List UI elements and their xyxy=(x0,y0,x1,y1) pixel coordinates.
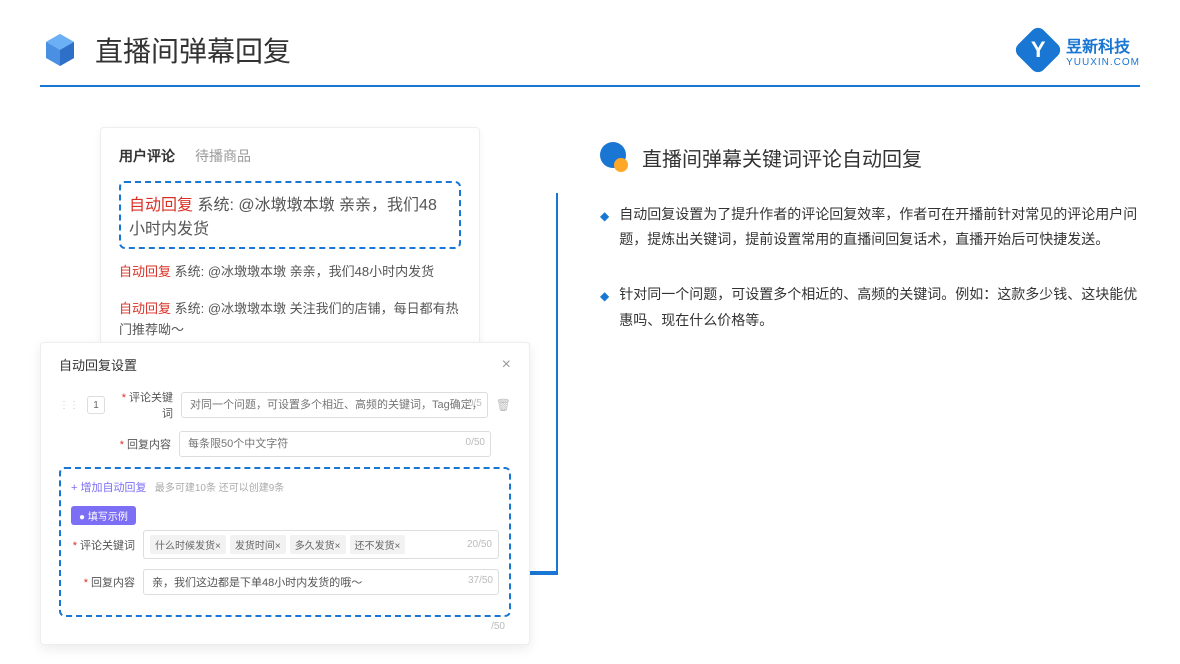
diamond-icon: ◆ xyxy=(600,206,609,252)
bullet-item: ◆ 自动回复设置为了提升作者的评论回复效率，作者可在开播前针对常见的评论用户问题… xyxy=(600,202,1140,252)
char-count: 0/5 xyxy=(468,398,482,409)
comment-text: 系统: @冰墩墩本墩 亲亲，我们48小时内发货 xyxy=(175,264,435,279)
brand-logo: Y 昱新科技 YUUXIN.COM xyxy=(1020,32,1140,68)
keyword-input[interactable]: 0/5 xyxy=(181,392,488,418)
tag-input[interactable]: 什么时候发货× 发货时间× 多久发货× 还不发货× 20/50 xyxy=(143,530,499,559)
brand-name: 昱新科技 xyxy=(1066,33,1140,57)
add-hint: 最多可建10条 还可以创建9条 xyxy=(155,483,284,494)
auto-reply-tag: 自动回复 xyxy=(119,264,171,279)
tab-pending-products[interactable]: 待播商品 xyxy=(195,146,251,166)
example-badge: ● 填写示例 xyxy=(71,506,136,525)
example-content-row: *回复内容 37/50 xyxy=(71,569,499,595)
tag[interactable]: 还不发货× xyxy=(350,535,406,554)
row-number: 1 xyxy=(87,396,105,414)
form-row-content: *回复内容 0/50 xyxy=(59,431,511,457)
trash-icon[interactable]: 🗑 xyxy=(496,398,511,412)
screenshot-mockups: 用户评论 待播商品 自动回复 系统: @冰墩墩本墩 亲亲，我们48小时内发货 自… xyxy=(40,127,560,363)
cube-icon xyxy=(40,30,80,70)
brand-icon: Y xyxy=(1013,25,1064,76)
example-keyword-row: *评论关键词 什么时候发货× 发货时间× 多久发货× 还不发货× 20/50 xyxy=(71,530,499,559)
char-count: 20/50 xyxy=(467,539,492,550)
close-icon[interactable]: × xyxy=(502,356,511,374)
char-count: 37/50 xyxy=(468,575,493,586)
section-header: 直播间弹幕关键词评论自动回复 xyxy=(600,142,1140,172)
section-title: 直播间弹幕关键词评论自动回复 xyxy=(642,143,922,172)
keyword-label: *评论关键词 xyxy=(113,389,173,421)
brand-url: YUUXIN.COM xyxy=(1066,57,1140,68)
char-count: 0/50 xyxy=(466,437,485,448)
example-section: + 增加自动回复 最多可建10条 还可以创建9条 ● 填写示例 *评论关键词 什… xyxy=(59,467,511,617)
bullet-item: ◆ 针对同一个问题，可设置多个相近的、高频的关键词。例如：这款多少钱、这块能优惠… xyxy=(600,282,1140,332)
connector-line xyxy=(530,573,558,575)
bullet-text: 自动回复设置为了提升作者的评论回复效率，作者可在开播前针对常见的评论用户问题，提… xyxy=(619,202,1140,252)
auto-reply-tag: 自动回复 xyxy=(129,197,193,214)
outer-count: /50 xyxy=(59,617,511,632)
bubble-icon xyxy=(600,142,630,172)
auto-reply-tag: 自动回复 xyxy=(119,301,171,316)
form-row-keyword: ⋮⋮ 1 *评论关键词 0/5 🗑 xyxy=(59,389,511,421)
page-header: 直播间弹幕回复 Y 昱新科技 YUUXIN.COM xyxy=(0,0,1180,80)
tag[interactable]: 发货时间× xyxy=(230,535,286,554)
highlighted-comment: 自动回复 系统: @冰墩墩本墩 亲亲，我们48小时内发货 xyxy=(119,181,461,249)
tab-user-comments[interactable]: 用户评论 xyxy=(119,146,175,166)
ex-keyword-label: *评论关键词 xyxy=(71,537,135,553)
bullet-text: 针对同一个问题，可设置多个相近的、高频的关键词。例如：这款多少钱、这块能优惠吗、… xyxy=(619,282,1140,332)
settings-title: 自动回复设置 xyxy=(59,355,137,374)
ex-content-input[interactable]: 37/50 xyxy=(143,569,499,595)
page-title: 直播间弹幕回复 xyxy=(95,30,291,70)
description-column: 直播间弹幕关键词评论自动回复 ◆ 自动回复设置为了提升作者的评论回复效率，作者可… xyxy=(600,127,1140,363)
ex-content-label: *回复内容 xyxy=(71,574,135,590)
content-input[interactable]: 0/50 xyxy=(179,431,491,457)
tag[interactable]: 多久发货× xyxy=(290,535,346,554)
diamond-icon: ◆ xyxy=(600,286,609,332)
add-auto-reply-link[interactable]: + 增加自动回复 xyxy=(71,482,146,494)
tag[interactable]: 什么时候发货× xyxy=(150,535,226,554)
drag-icon[interactable]: ⋮⋮ xyxy=(59,400,79,411)
settings-panel: 自动回复设置 × ⋮⋮ 1 *评论关键词 0/5 🗑 *回复内容 0 xyxy=(40,342,530,645)
content-label: *回复内容 xyxy=(111,436,171,452)
comments-panel: 用户评论 待播商品 自动回复 系统: @冰墩墩本墩 亲亲，我们48小时内发货 自… xyxy=(100,127,480,367)
comment-row: 自动回复 系统: @冰墩墩本墩 亲亲，我们48小时内发货 xyxy=(119,254,461,291)
tabs: 用户评论 待播商品 xyxy=(119,146,461,166)
comment-row: 自动回复 系统: @冰墩墩本墩 关注我们的店铺，每日都有热门推荐呦～ xyxy=(119,291,461,349)
